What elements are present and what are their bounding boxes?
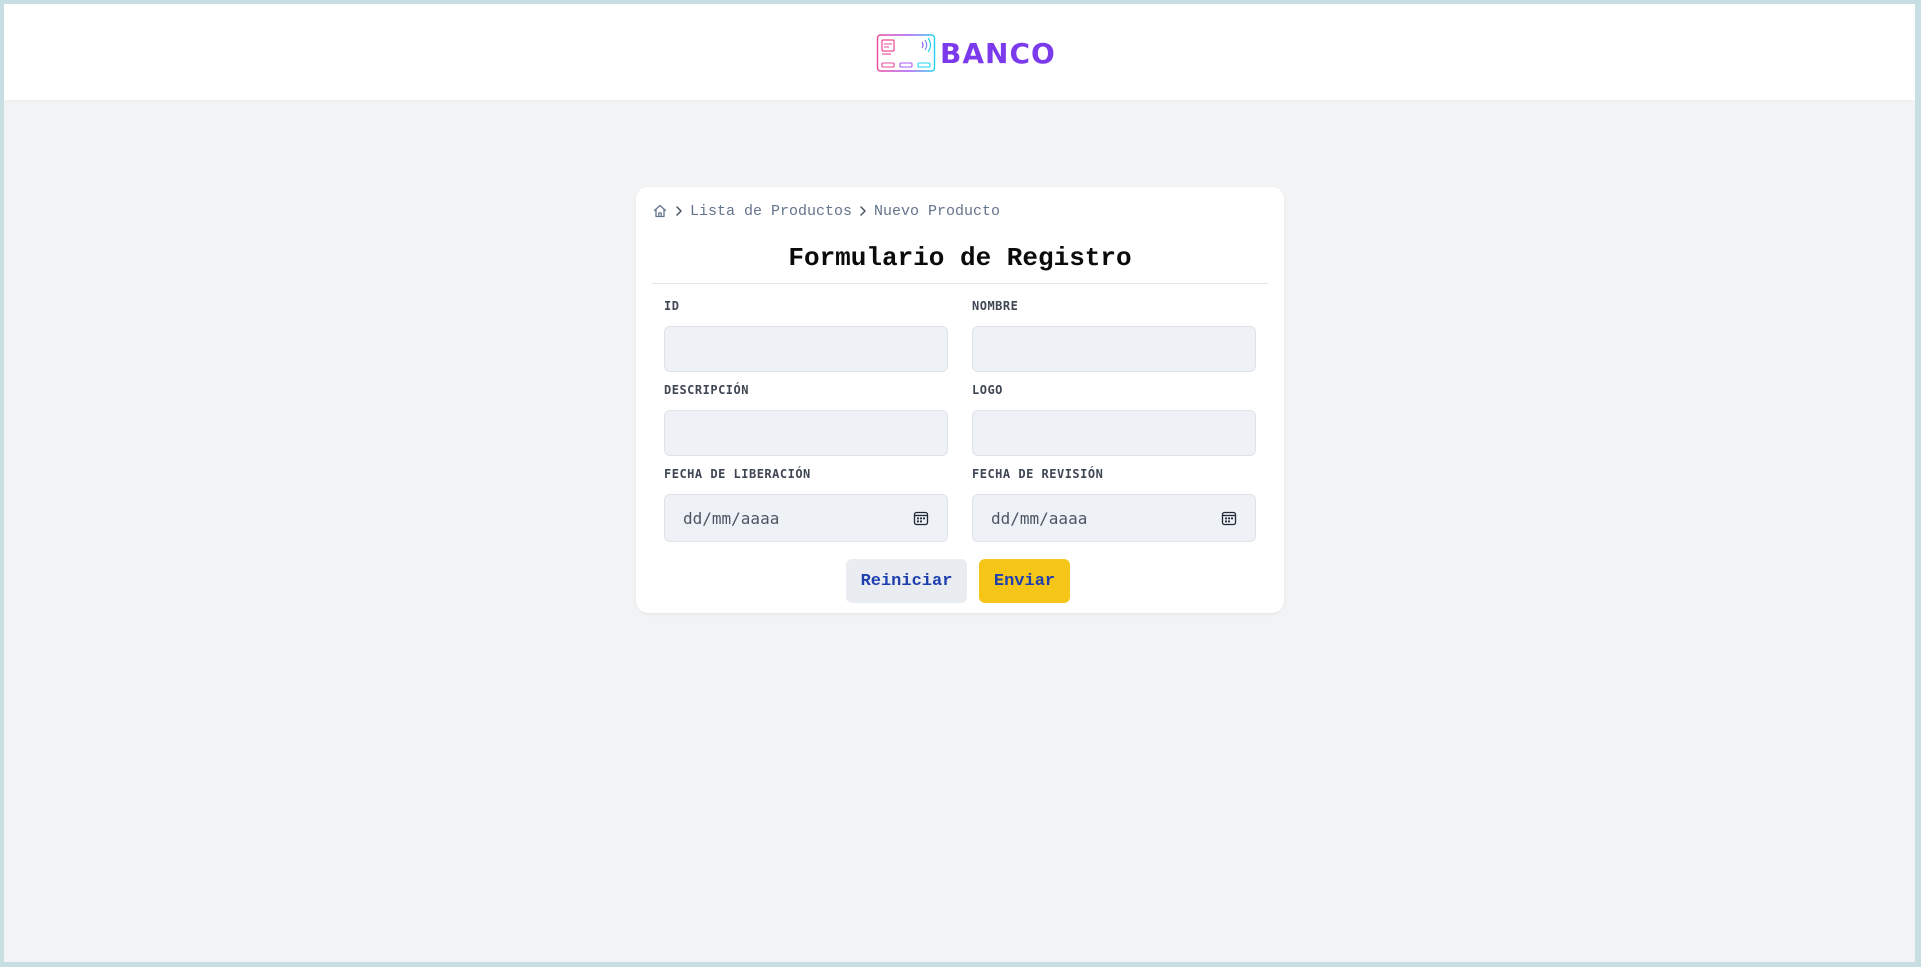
reset-button[interactable]: Reiniciar: [846, 559, 967, 603]
registration-card: Lista de Productos Nuevo Producto Formul…: [636, 187, 1284, 613]
brand-name: BANCO: [940, 36, 1056, 70]
credit-card-contactless-icon: [876, 34, 936, 72]
field-id: ID: [664, 299, 948, 372]
top-header: BANCO: [4, 4, 1915, 101]
app-viewport: BANCO Lista de Productos Nuevo Producto …: [4, 4, 1915, 962]
field-logo: LOGO: [972, 383, 1256, 456]
breadcrumb-item-new-product: Nuevo Producto: [874, 202, 1001, 220]
descripcion-input[interactable]: [664, 410, 948, 456]
fecha-liberacion-label: FECHA DE LIBERACIÓN: [664, 467, 811, 481]
title-divider: [652, 283, 1268, 284]
fecha-liberacion-input[interactable]: dd/mm/aaaa: [664, 494, 948, 542]
id-input[interactable]: [664, 326, 948, 372]
nombre-input[interactable]: [972, 326, 1256, 372]
id-label: ID: [664, 299, 680, 313]
chevron-right-icon: [855, 203, 871, 219]
field-fecha-liberacion: FECHA DE LIBERACIÓN dd/mm/aaaa: [664, 467, 948, 542]
field-fecha-revision: FECHA DE REVISIÓN dd/mm/aaaa: [972, 467, 1256, 542]
fecha-revision-value: dd/mm/aaaa: [991, 508, 1088, 528]
nombre-label: NOMBRE: [972, 299, 1019, 313]
brand[interactable]: BANCO: [876, 32, 1056, 74]
calendar-icon[interactable]: [913, 510, 929, 526]
logo-input[interactable]: [972, 410, 1256, 456]
fecha-revision-label: FECHA DE REVISIÓN: [972, 467, 1104, 481]
descripcion-label: DESCRIPCIÓN: [664, 383, 749, 397]
fecha-revision-input[interactable]: dd/mm/aaaa: [972, 494, 1256, 542]
chevron-right-icon: [671, 203, 687, 219]
logo-label: LOGO: [972, 383, 1003, 397]
submit-button[interactable]: Enviar: [979, 559, 1070, 603]
field-descripcion: DESCRIPCIÓN: [664, 383, 948, 456]
calendar-icon[interactable]: [1221, 510, 1237, 526]
home-icon[interactable]: [652, 203, 668, 219]
field-nombre: NOMBRE: [972, 299, 1256, 372]
breadcrumb: Lista de Productos Nuevo Producto: [652, 201, 1000, 221]
breadcrumb-item-product-list[interactable]: Lista de Productos: [690, 203, 852, 220]
fecha-liberacion-value: dd/mm/aaaa: [683, 508, 780, 528]
form-title: Formulario de Registro: [788, 243, 1132, 273]
